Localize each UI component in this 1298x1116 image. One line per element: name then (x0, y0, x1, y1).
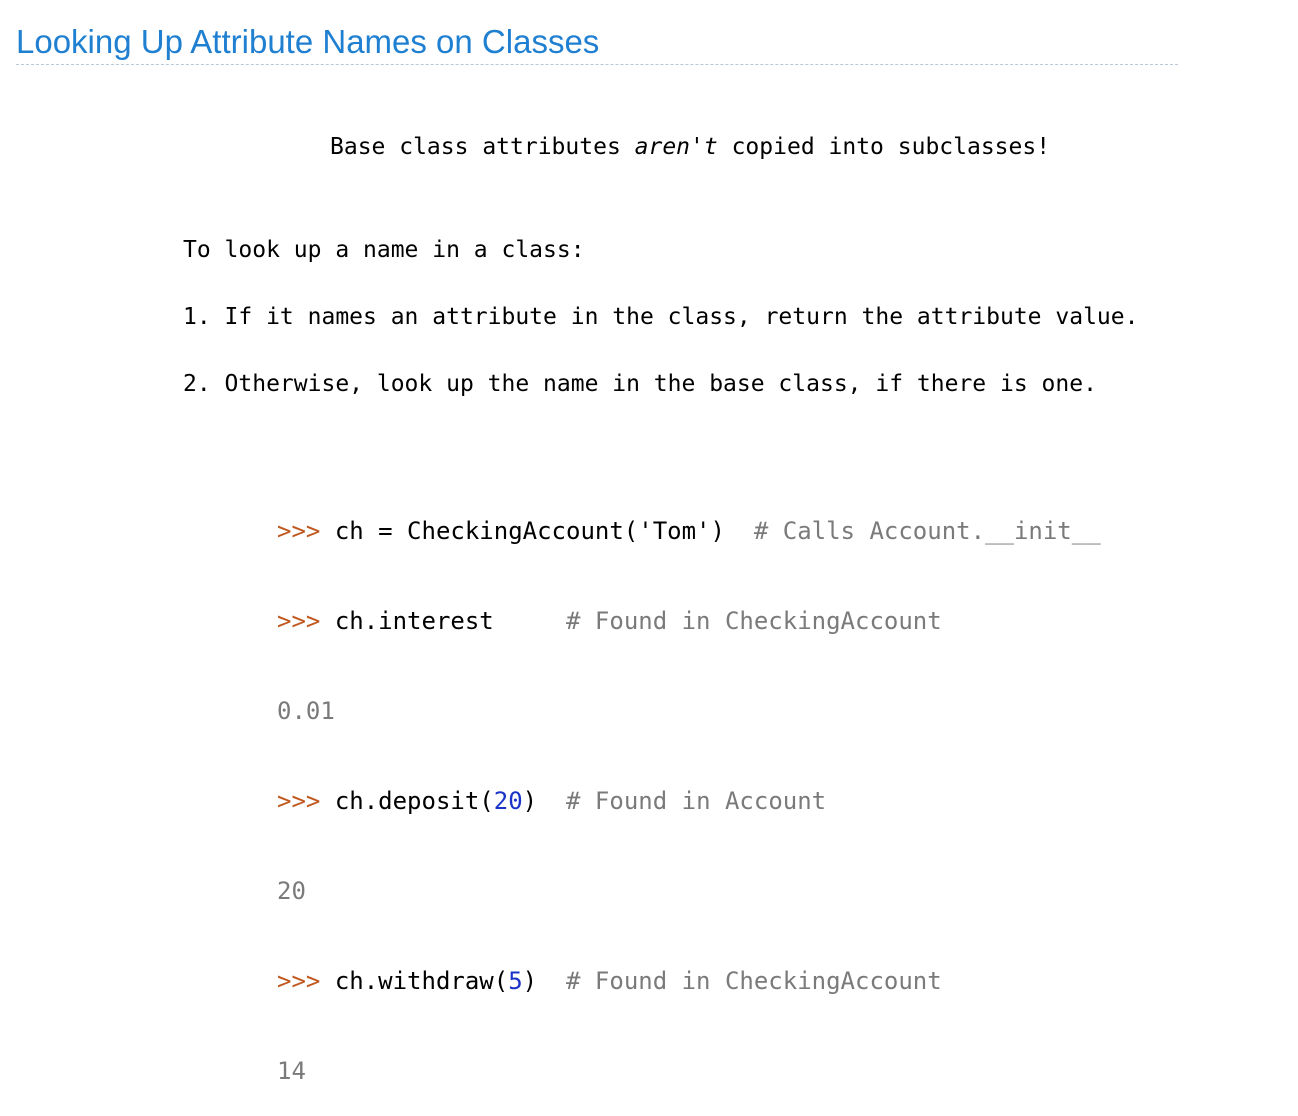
code-call-close: ) (522, 787, 538, 815)
prompt: >>> (277, 607, 321, 635)
code-number: 20 (493, 787, 523, 815)
inheritance-note: Base class attributes aren't copied into… (330, 130, 1050, 164)
code-number: 5 (508, 967, 523, 995)
code-call-close: ) (522, 967, 538, 995)
code-output-1: 0.01 (277, 697, 335, 725)
prompt: >>> (277, 517, 321, 545)
code-statement: ch.interest (334, 607, 494, 635)
code-line-2: >>> ch.interest # Found in CheckingAccou… (277, 606, 1101, 636)
lookup-step-1: 1. If it names an attribute in the class… (183, 304, 1139, 330)
code-call-open: ch.withdraw( (334, 967, 509, 995)
lookup-intro: To look up a name in a class: (183, 237, 585, 263)
code-line-4: >>> ch.withdraw(5) # Found in CheckingAc… (277, 966, 1101, 996)
code-line-1: >>> ch = CheckingAccount('Tom') # Calls … (277, 516, 1101, 546)
lookup-step-2: 2. Otherwise, look up the name in the ba… (183, 371, 1097, 397)
prompt: >>> (277, 967, 321, 995)
code-statement: ch = CheckingAccount('Tom') (334, 517, 725, 545)
note-text-before: Base class attributes (330, 134, 635, 160)
code-call-open: ch.deposit( (334, 787, 494, 815)
code-output-3: 14 (277, 1057, 306, 1085)
code-comment: # Found in Account (566, 787, 827, 815)
prompt: >>> (277, 787, 321, 815)
interpreter-session: >>> ch = CheckingAccount('Tom') # Calls … (277, 456, 1101, 1116)
code-comment: # Calls Account.__init__ (753, 517, 1101, 545)
note-text-after: copied into subclasses! (717, 134, 1051, 160)
code-comment: # Found in CheckingAccount (566, 967, 942, 995)
code-line-3: >>> ch.deposit(20) # Found in Account (277, 786, 1101, 816)
slide-title: Looking Up Attribute Names on Classes (16, 20, 1178, 65)
note-emphasis: aren't (634, 134, 718, 160)
code-output-2: 20 (277, 877, 306, 905)
code-comment: # Found in CheckingAccount (566, 607, 942, 635)
